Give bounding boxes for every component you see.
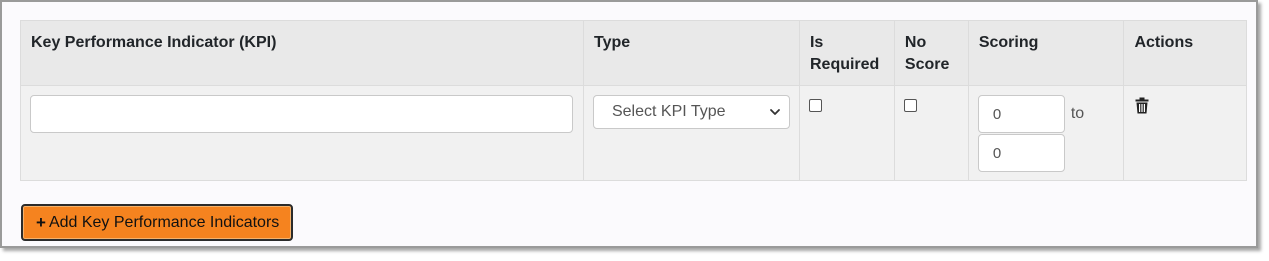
add-kpi-button-label: Add Key Performance Indicators bbox=[48, 213, 280, 231]
kpi-type-select[interactable]: Select KPI Type bbox=[592, 95, 790, 129]
kpi-cell bbox=[20, 85, 584, 181]
is-required-cell bbox=[798, 85, 895, 181]
trash-icon[interactable] bbox=[1135, 97, 1149, 114]
header-is-required: Is Required bbox=[798, 20, 895, 86]
table-header-row: Key Performance Indicator (KPI) Type Is … bbox=[20, 20, 1247, 86]
score-from-input[interactable]: 0 bbox=[977, 95, 1065, 133]
header-kpi: Key Performance Indicator (KPI) bbox=[20, 20, 584, 86]
add-kpi-button[interactable]: + Add Key Performance Indicators bbox=[21, 204, 293, 241]
kpi-name-input[interactable] bbox=[30, 95, 573, 133]
header-scoring: Scoring bbox=[967, 20, 1125, 86]
kpi-panel: Key Performance Indicator (KPI) Type Is … bbox=[0, 0, 1258, 248]
table-row: Select KPI Type 0 to 0 bbox=[20, 85, 1247, 181]
no-score-checkbox[interactable] bbox=[903, 99, 917, 112]
header-no-score: No Score bbox=[893, 20, 969, 86]
no-score-cell bbox=[893, 85, 969, 181]
type-cell: Select KPI Type bbox=[582, 85, 800, 181]
header-type: Type bbox=[582, 20, 800, 86]
kpi-table: Key Performance Indicator (KPI) Type Is … bbox=[20, 20, 1247, 181]
header-actions: Actions bbox=[1123, 20, 1247, 86]
chevron-down-icon bbox=[770, 109, 780, 115]
score-to-input[interactable]: 0 bbox=[977, 134, 1065, 172]
scoring-cell: 0 to 0 bbox=[967, 85, 1125, 181]
kpi-type-select-value: Select KPI Type bbox=[611, 103, 726, 120]
plus-icon: + bbox=[36, 212, 46, 232]
is-required-checkbox[interactable] bbox=[808, 99, 822, 112]
score-to-label: to bbox=[1070, 105, 1085, 122]
actions-cell bbox=[1123, 85, 1247, 181]
